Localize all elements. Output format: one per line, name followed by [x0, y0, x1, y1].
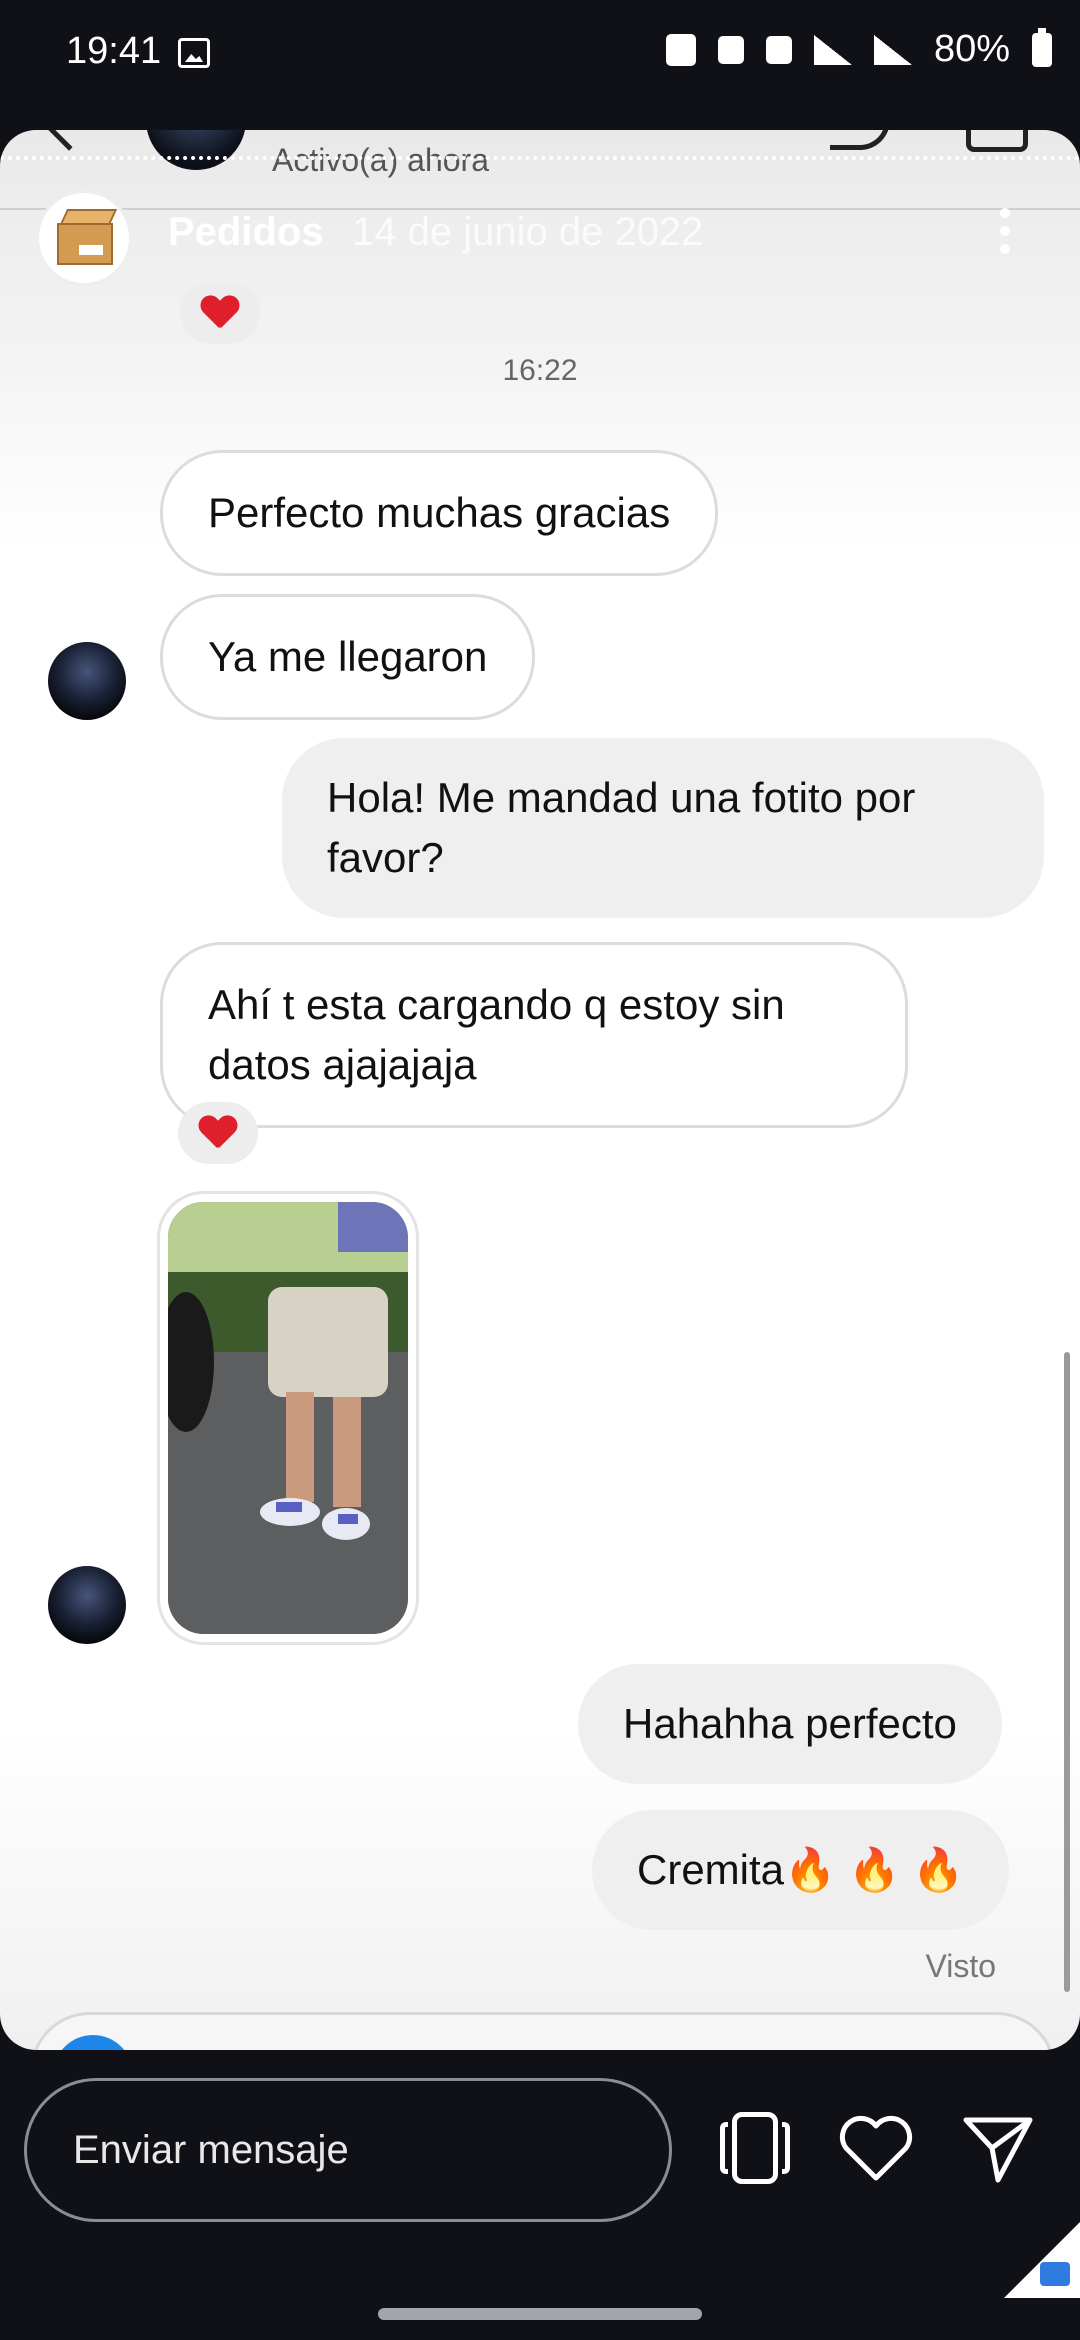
upload-icon — [665, 33, 696, 66]
box-icon — [57, 223, 113, 265]
shared-chat-card: Activo(a) ahora Pedidos 14 de junio de 2… — [0, 130, 1080, 2050]
sender-avatar[interactable] — [48, 1566, 126, 1644]
back-arrow-icon[interactable] — [39, 130, 99, 151]
stack-icon[interactable] — [716, 2108, 796, 2188]
sender-avatar[interactable] — [48, 642, 126, 720]
folder-icon — [1040, 2262, 1070, 2286]
status-bar: 19:41 80% — [0, 0, 1080, 110]
message-bubble-outgoing[interactable]: Cremita🔥 🔥 🔥 — [592, 1810, 1010, 1930]
seen-indicator: Visto — [925, 1948, 996, 1984]
video-call-icon[interactable] — [966, 130, 1028, 152]
status-icons: 80% — [665, 27, 1052, 71]
reply-bar — [0, 2050, 1080, 2340]
phone-call-icon[interactable] — [830, 130, 890, 150]
message-bubble-outgoing[interactable]: Hahahha perfecto — [578, 1664, 1002, 1784]
message-bubble-incoming[interactable]: Perfecto muchas gracias — [160, 450, 719, 576]
mute-icon — [765, 35, 792, 64]
heart-reaction-icon — [201, 296, 239, 330]
story-avatar[interactable] — [36, 190, 132, 286]
progress-dots — [0, 156, 1080, 160]
message-bubble-outgoing[interactable]: Hola! Me mandad una fotito por favor? — [282, 738, 1044, 918]
more-options-icon[interactable] — [1000, 208, 1010, 258]
heart-icon[interactable] — [836, 2108, 916, 2188]
story-account-name[interactable]: Pedidos — [168, 210, 324, 255]
message-bubble-incoming[interactable]: Ya me llegaron — [160, 594, 536, 720]
message-timestamp: 16:22 — [502, 354, 578, 387]
heart-reaction-icon — [199, 1116, 237, 1150]
photo-message[interactable] — [160, 1194, 416, 1642]
active-status: Activo(a) ahora — [272, 142, 489, 178]
signal-icon — [873, 34, 912, 65]
message-bubble-incoming[interactable]: Ahí t esta cargando q estoy sin datos aj… — [160, 942, 908, 1128]
send-message-input[interactable] — [24, 2078, 672, 2222]
home-gesture-bar[interactable] — [378, 2308, 702, 2320]
nfc-icon — [717, 35, 744, 64]
composer-preview — [30, 2012, 1056, 2050]
wifi-icon — [813, 34, 852, 65]
contact-avatar — [146, 130, 246, 170]
reaction-badge — [180, 282, 260, 344]
camera-icon — [53, 2035, 133, 2050]
scrollbar[interactable] — [1064, 1352, 1070, 1992]
story-date: 14 de junio de 2022 — [352, 210, 704, 254]
story-header: Pedidos 14 de junio de 2022 — [0, 190, 1080, 344]
battery-icon — [1032, 27, 1052, 67]
status-time: 19:41 — [66, 30, 162, 72]
image-icon — [178, 38, 210, 68]
reaction-badge — [178, 1102, 258, 1164]
sneakers-photo — [168, 1202, 408, 1634]
battery-percent: 80% — [933, 28, 1010, 70]
send-icon[interactable] — [958, 2108, 1038, 2188]
box-label — [79, 245, 103, 255]
